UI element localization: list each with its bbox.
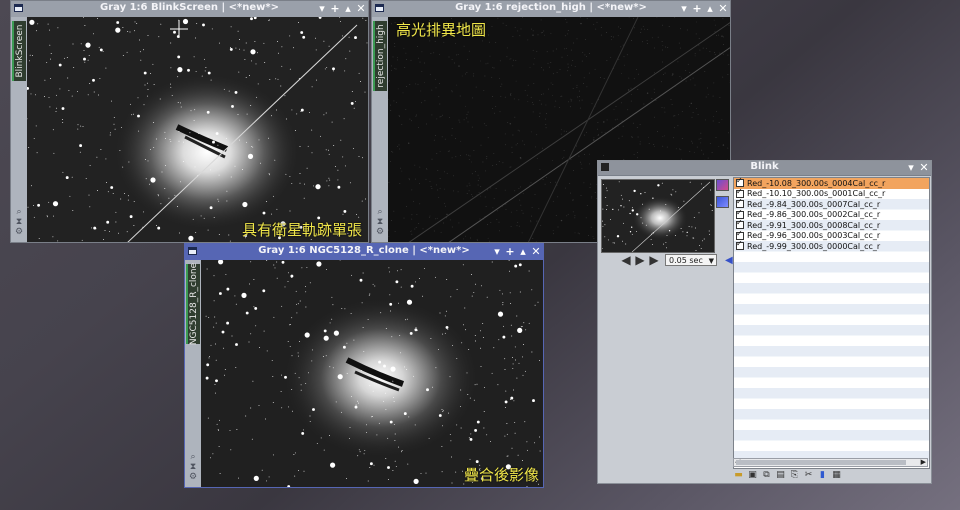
window-titlebar[interactable]: Gray 1:6 NGC5128_R_clone | <*new*> ▾ + ▴…	[185, 244, 543, 261]
window-title: Gray 1:6 BlinkScreen | <*new*>	[100, 2, 279, 13]
maximize-icon[interactable]: +	[330, 1, 340, 17]
image-caption: 疊合後影像	[463, 466, 539, 484]
folder-icon[interactable]: ▬	[733, 470, 744, 481]
histogram-icon[interactable]	[716, 179, 729, 191]
shade-icon[interactable]: ▾	[679, 1, 689, 17]
blink-controls: ◀ ▶ ▶ 0.05 sec▼ ◀◀	[620, 254, 740, 266]
restore-icon[interactable]: ▴	[705, 1, 715, 17]
window-blinkscreen[interactable]: Gray 1:6 BlinkScreen | <*new*> ▾ + ▴ ✕ B…	[10, 0, 369, 243]
blink-window[interactable]: Blink ▾ ✕ ◀ ▶ ▶ 0.05 sec ▼ ✓ Red_-10.08_…	[597, 160, 932, 484]
view-sidebar: rejection_high ⌕ ⧗ ⚙	[372, 17, 389, 242]
image-caption: 高光排異地圖	[396, 21, 487, 39]
hourglass-icon[interactable]: ⧗	[188, 463, 198, 472]
save-icon[interactable]: ▤	[775, 470, 786, 481]
view-tab[interactable]: BlinkScreen	[12, 21, 26, 81]
astro-image	[27, 17, 368, 242]
window-titlebar[interactable]: Gray 1:6 rejection_high | <*new*> ▾ + ▴ …	[372, 1, 730, 18]
file-name: Red_-10.08_300.00s_0004Cal_cc_r	[747, 178, 886, 188]
file-list-item[interactable]: Red_-9.84_300.00s_0007Cal_cc_r	[734, 197, 929, 210]
zoom-icon[interactable]: ⌕	[14, 208, 24, 217]
image-caption: 具有衛星軌跡單張	[241, 221, 362, 239]
file-list-item[interactable]: Red_-10.10_300.00s_0001Cal_cc_r	[734, 187, 929, 200]
file-checkbox[interactable]	[736, 239, 744, 251]
image-canvas[interactable]: 疊合後影像	[201, 260, 543, 487]
view-tab[interactable]: rejection_high	[373, 21, 387, 91]
file-name: Red_-9.84_300.00s_0007Cal_cc_r	[747, 199, 881, 209]
close-icon[interactable]: ✕	[356, 1, 366, 17]
file-name: Red_-9.96_300.00s_0003Cal_cc_r	[747, 231, 881, 241]
hourglass-icon[interactable]: ⧗	[375, 218, 385, 227]
restore-icon[interactable]: ▴	[343, 1, 353, 17]
window-ngc5128[interactable]: Gray 1:6 NGC5128_R_clone | <*new*> ▾ + ▴…	[184, 243, 544, 488]
blink-title: Blink	[750, 161, 779, 172]
astro-image	[201, 260, 543, 487]
close-icon[interactable]: ✕	[718, 1, 728, 17]
maximize-icon[interactable]: +	[505, 244, 515, 260]
next-icon[interactable]: ▶	[648, 254, 660, 266]
file-name: Red_-9.86_300.00s_0002Cal_cc_r	[747, 210, 881, 220]
file-list[interactable]: Red_-10.08_300.00s_0004Cal_cc_rRed_-10.1…	[733, 177, 930, 469]
blink-toolbar: ▬ ▣ ⧉ ▤ ⎘ ✂ ▮ ▦	[733, 470, 842, 481]
close-icon[interactable]: ✕	[919, 161, 929, 175]
file-name: Red_-10.10_300.00s_0001Cal_cc_r	[747, 189, 886, 199]
window-title: Gray 1:6 NGC5128_R_clone | <*new*>	[258, 245, 470, 256]
maximize-icon[interactable]: +	[692, 1, 702, 17]
shade-icon[interactable]: ▾	[906, 161, 916, 175]
close-selected-icon[interactable]: ▣	[747, 470, 758, 481]
copy-icon[interactable]: ⎘	[789, 470, 800, 481]
settings-icon[interactable]: ⚙	[375, 228, 385, 237]
settings-icon[interactable]: ⚙	[14, 228, 24, 237]
previous-icon[interactable]: ◀	[620, 254, 632, 266]
close-all-icon[interactable]: ⧉	[761, 470, 772, 481]
shade-icon[interactable]: ▾	[317, 1, 327, 17]
window-title: Gray 1:6 rejection_high | <*new*>	[455, 2, 647, 13]
statistics-icon[interactable]: ▮	[817, 470, 828, 481]
file-name: Red_-9.91_300.00s_0008Cal_cc_r	[747, 220, 881, 230]
hourglass-icon[interactable]: ⧗	[14, 218, 24, 227]
shade-icon[interactable]: ▾	[492, 244, 502, 260]
view-tab[interactable]: NGC5128_R_clone	[186, 263, 200, 345]
movie-icon[interactable]: ▦	[831, 470, 842, 481]
file-name: Red_-9.99_300.00s_0000Cal_cc_r	[747, 241, 881, 251]
restore-icon[interactable]: ▴	[518, 244, 528, 260]
blink-preview[interactable]	[601, 179, 715, 253]
close-icon[interactable]: ✕	[531, 244, 541, 260]
zoom-icon[interactable]: ⌕	[375, 208, 385, 217]
blink-titlebar[interactable]: Blink ▾ ✕	[598, 161, 931, 176]
image-canvas[interactable]: 具有衛星軌跡單張	[27, 17, 368, 242]
file-list-item[interactable]: Red_-9.91_300.00s_0008Cal_cc_r	[734, 218, 929, 231]
view-sidebar: BlinkScreen ⌕ ⧗ ⚙	[11, 17, 28, 242]
play-icon[interactable]: ▶	[634, 254, 646, 266]
file-list-item[interactable]: Red_-9.99_300.00s_0000Cal_cc_r	[734, 239, 929, 252]
file-list-item[interactable]: Red_-10.08_300.00s_0004Cal_cc_r	[734, 178, 929, 189]
interval-select[interactable]: 0.05 sec ▼	[665, 254, 717, 266]
settings-icon[interactable]: ⚙	[188, 473, 198, 482]
view-sidebar: NGC5128_R_clone ⌕ ⧗ ⚙	[185, 260, 202, 487]
file-list-item[interactable]: Red_-9.96_300.00s_0003Cal_cc_r	[734, 229, 929, 242]
window-titlebar[interactable]: Gray 1:6 BlinkScreen | <*new*> ▾ + ▴ ✕	[11, 1, 368, 18]
file-list-item[interactable]: Red_-9.86_300.00s_0002Cal_cc_r	[734, 208, 929, 221]
horizontal-scrollbar[interactable]: ◀ ▶	[733, 458, 928, 467]
scissors-icon[interactable]: ✂	[803, 470, 814, 481]
zoom-icon[interactable]: ⌕	[188, 453, 198, 462]
auto-stretch-icon[interactable]	[716, 196, 729, 208]
